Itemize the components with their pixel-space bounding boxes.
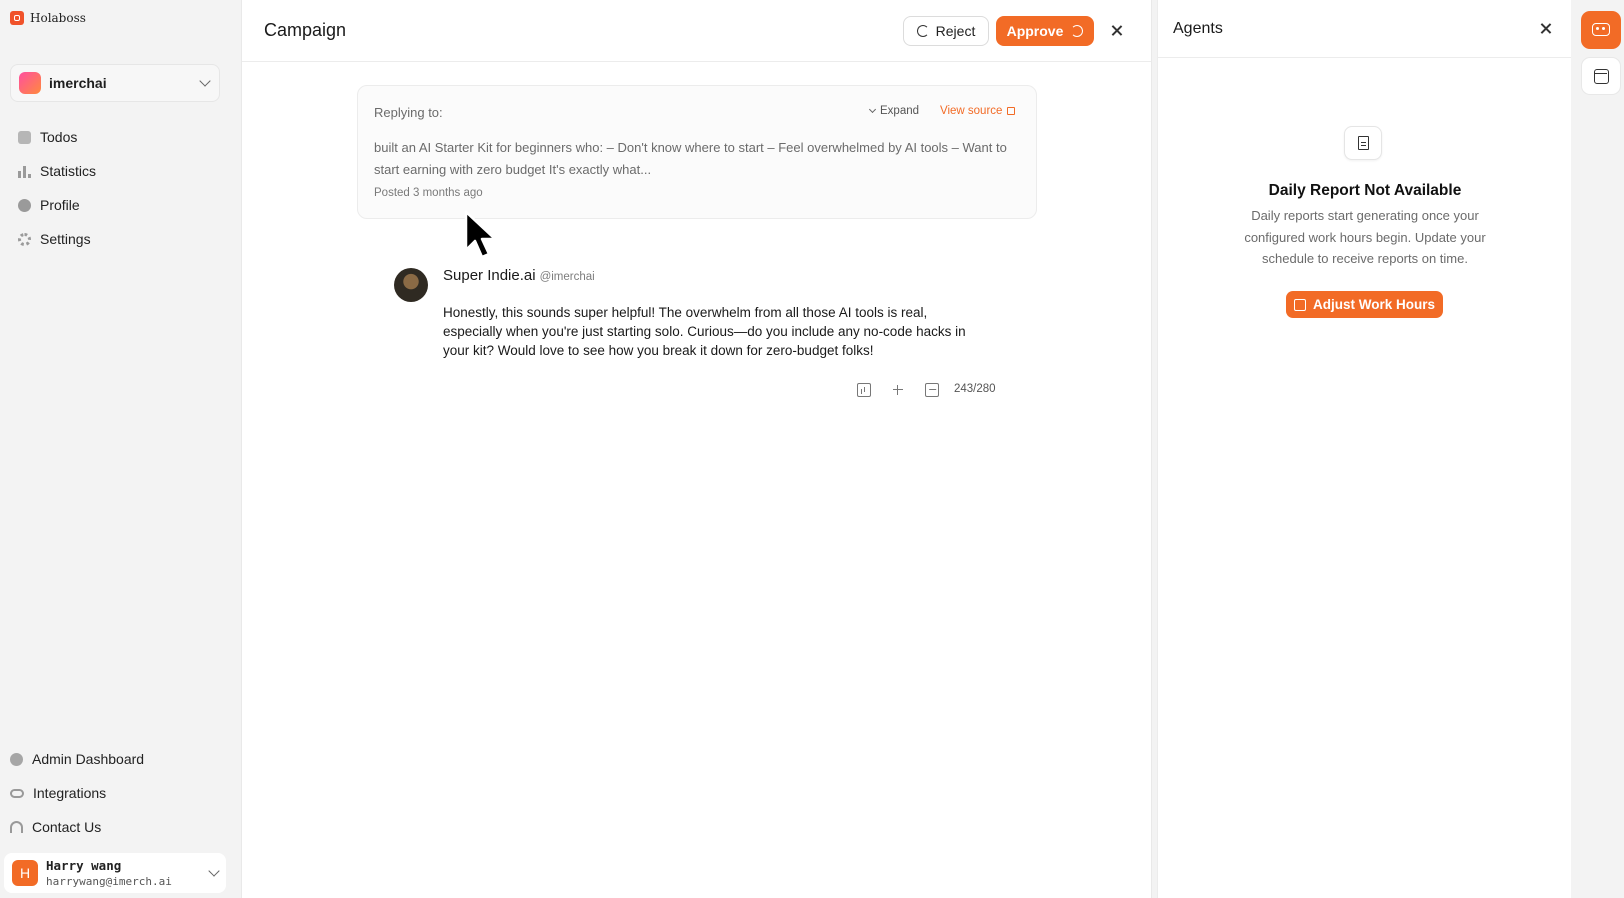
chevron-down-icon [208, 865, 220, 877]
nav-item-settings[interactable]: Settings [18, 222, 96, 256]
post-author: Super Indie.ai @imerchai [443, 267, 595, 284]
agents-header: Agents [1158, 0, 1571, 58]
replying-to-label: Replying to: [374, 105, 443, 120]
page-title: Campaign [264, 20, 347, 40]
nav-item-profile[interactable]: Profile [18, 188, 96, 222]
close-icon[interactable] [1539, 22, 1553, 36]
workspace-selector[interactable]: imerchai [10, 64, 220, 102]
undo-icon [916, 25, 929, 37]
adjust-work-hours-button[interactable]: Adjust Work Hours [1286, 291, 1443, 318]
reject-button[interactable]: Reject [903, 16, 989, 46]
user-info: Harry wang harrywang@imerch.ai [46, 858, 210, 888]
sidebar: Holaboss imerchai Todos Statistics Profi… [0, 0, 236, 898]
avatar [394, 268, 428, 302]
external-link-icon [1007, 107, 1016, 115]
campaign-panel: Campaign Reject Approve Replying to: Exp… [241, 0, 1152, 898]
profile-icon [18, 198, 31, 212]
todos-icon [18, 130, 31, 144]
reply-text-editor[interactable]: Honestly, this sounds super helpful! The… [443, 303, 983, 360]
report-title: Daily Report Not Available [1268, 182, 1462, 199]
headset-icon [10, 821, 23, 833]
calendar-icon [1293, 298, 1306, 311]
nav-item-todos[interactable]: Todos [18, 120, 96, 154]
statistics-icon [18, 165, 31, 178]
nav-item-contact-us[interactable]: Contact Us [10, 810, 144, 844]
poll-icon[interactable] [857, 383, 871, 397]
expand-label: Expand [880, 105, 920, 117]
nav-item-label: Profile [40, 197, 80, 213]
user-avatar: H [12, 860, 38, 886]
reply-context-card: Replying to: Expand View source built an… [357, 85, 1037, 219]
nav-item-label: Statistics [40, 163, 97, 179]
author-handle: @imerchai [539, 271, 595, 283]
redo-icon [1071, 25, 1084, 37]
author-name: Super Indie.ai [443, 267, 536, 284]
image-icon[interactable] [925, 383, 939, 397]
nav-item-label: Admin Dashboard [32, 751, 145, 767]
reject-label: Reject [935, 23, 976, 39]
settings-icon [18, 232, 31, 246]
character-count: 243/280 [954, 383, 996, 395]
agents-panel: Agents Daily Report Not Available Daily … [1157, 0, 1571, 898]
right-rail [1578, 0, 1624, 898]
calendar-button[interactable] [1581, 57, 1621, 95]
nav-item-label: Contact Us [32, 819, 102, 835]
brand[interactable]: Holaboss [10, 11, 86, 25]
agents-toggle-button[interactable] [1581, 11, 1621, 49]
holaboss-logo-icon [10, 11, 24, 25]
admin-icon [10, 752, 23, 766]
user-email: harrywang@imerch.ai [46, 875, 172, 888]
chevron-down-icon [199, 75, 211, 87]
adjust-label: Adjust Work Hours [1312, 297, 1435, 312]
close-icon[interactable] [1110, 24, 1124, 38]
app-name: Holaboss [30, 11, 86, 25]
workspace-name: imerchai [49, 75, 107, 91]
approve-label: Approve [1006, 23, 1064, 39]
agents-title: Agents [1173, 20, 1223, 37]
workspace-avatar [19, 72, 41, 94]
reply-timestamp: Posted 3 months ago [374, 187, 483, 199]
nav-item-admin-dashboard[interactable]: Admin Dashboard [10, 742, 144, 776]
nav-item-label: Integrations [33, 785, 107, 801]
mouse-cursor-icon [464, 210, 497, 259]
approve-button[interactable]: Approve [996, 16, 1094, 46]
chevron-down-icon [868, 105, 877, 114]
robot-icon [1592, 23, 1610, 36]
campaign-header: Campaign Reject Approve [242, 0, 1151, 62]
link-icon [10, 788, 24, 798]
expand-button[interactable]: Expand [868, 105, 920, 117]
nav-item-label: Settings [40, 231, 91, 247]
nav-item-label: Todos [40, 129, 78, 145]
nav-item-statistics[interactable]: Statistics [18, 154, 96, 188]
reply-source-text: built an AI Starter Kit for beginners wh… [374, 140, 1007, 177]
main-nav: Todos Statistics Profile Settings [18, 120, 96, 256]
plus-icon[interactable] [891, 383, 905, 397]
nav-item-integrations[interactable]: Integrations [10, 776, 144, 810]
user-name: Harry wang [46, 858, 122, 873]
view-source-label: View source [940, 105, 1003, 117]
report-description: Daily reports start generating once your… [1244, 208, 1486, 266]
calendar-icon [1594, 69, 1609, 84]
document-icon [1358, 136, 1369, 150]
user-menu[interactable]: H Harry wang harrywang@imerch.ai [4, 853, 226, 893]
view-source-link[interactable]: View source [940, 105, 1016, 117]
report-icon-badge [1344, 126, 1382, 160]
bottom-nav: Admin Dashboard Integrations Contact Us [10, 742, 144, 844]
